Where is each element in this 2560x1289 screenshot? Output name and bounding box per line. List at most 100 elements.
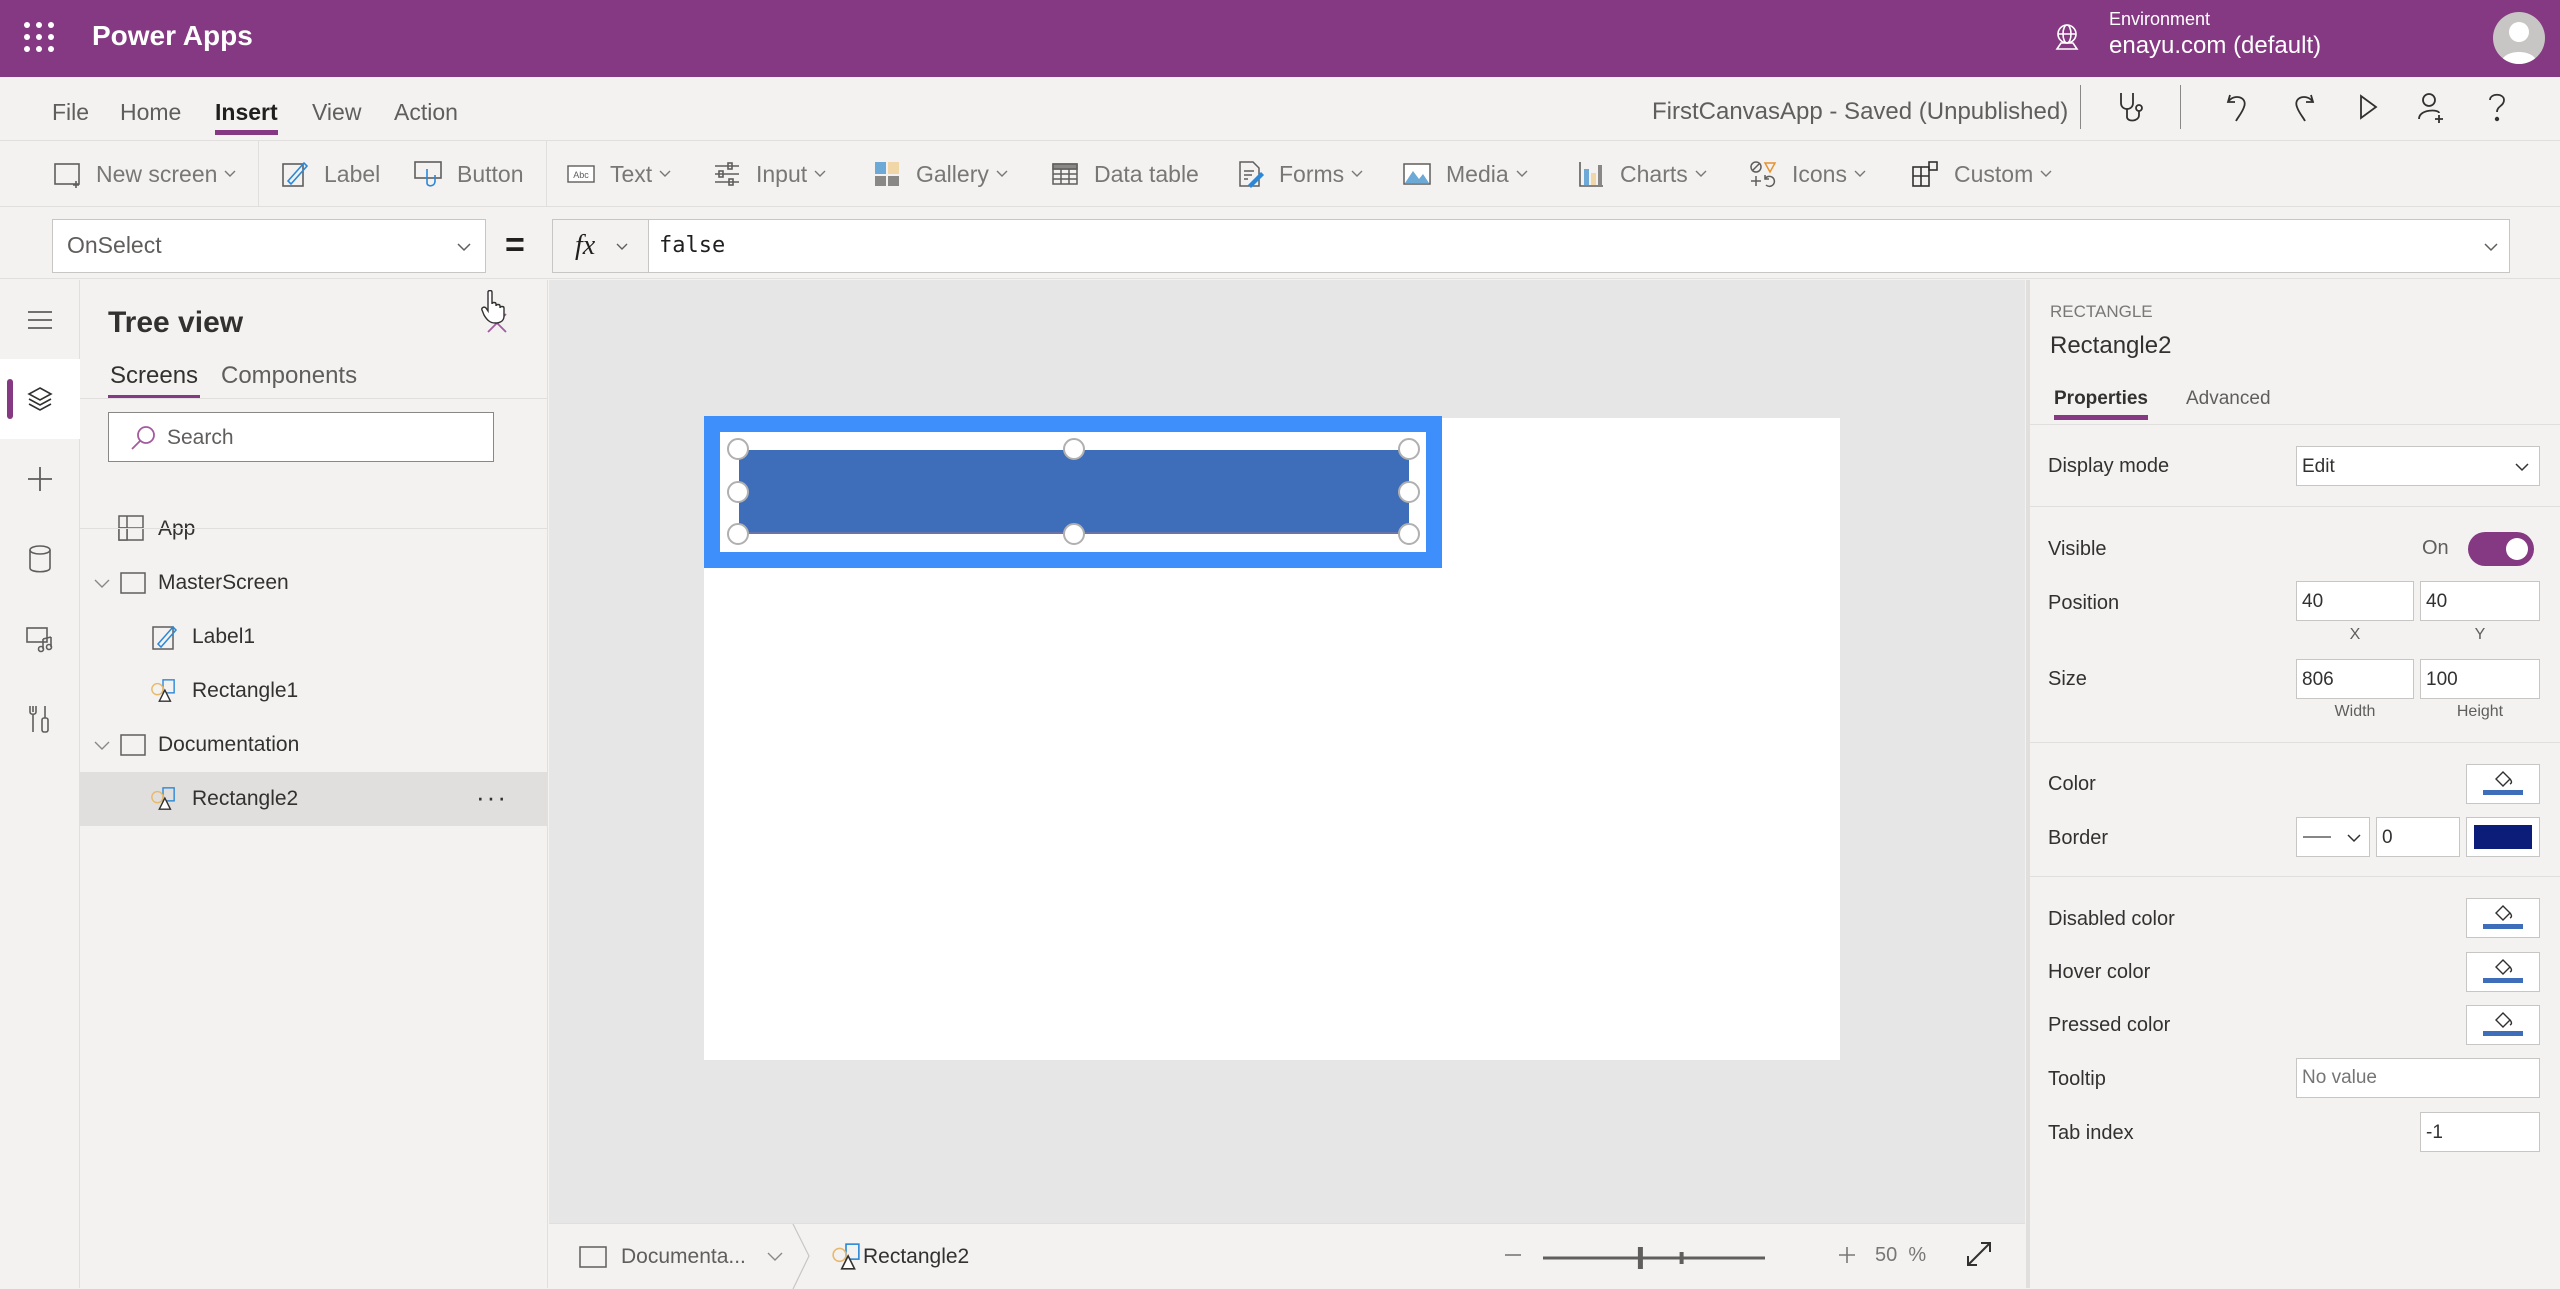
menu-tab-file[interactable]: File xyxy=(52,99,89,126)
insert-charts-button[interactable]: Charts xyxy=(1576,157,1708,191)
zoom-in-plus-icon[interactable] xyxy=(1835,1240,1859,1270)
tree-item-documentation[interactable]: Documentation xyxy=(80,718,548,772)
breadcrumb-screen[interactable]: Documenta... xyxy=(579,1242,784,1272)
play-preview-icon[interactable] xyxy=(2348,87,2388,127)
zoom-slider-thumb[interactable] xyxy=(1637,1247,1643,1269)
zoom-slider[interactable] xyxy=(1543,1246,1765,1270)
redo-icon[interactable] xyxy=(2283,87,2323,127)
visible-toggle[interactable] xyxy=(2468,532,2534,566)
tab-index-input[interactable]: -1 xyxy=(2420,1112,2540,1152)
display-mode-dropdown[interactable]: Edit xyxy=(2296,446,2540,486)
insert-gallery-button[interactable]: Gallery xyxy=(872,157,1009,191)
insert-forms-button[interactable]: Forms xyxy=(1235,157,1364,191)
environment-value[interactable]: enayu.com (default) xyxy=(2109,32,2321,60)
share-user-icon[interactable] xyxy=(2411,87,2451,127)
tooltip-input[interactable] xyxy=(2296,1058,2540,1098)
tree-item-masterscreen[interactable]: MasterScreen xyxy=(80,556,548,610)
position-y-input[interactable]: 40 xyxy=(2420,581,2540,621)
color-picker-button[interactable] xyxy=(2466,764,2540,804)
menu-tab-action[interactable]: Action xyxy=(394,99,458,126)
solid-line-icon xyxy=(2303,836,2331,838)
resize-handle-bottom[interactable] xyxy=(1063,523,1085,545)
search-placeholder: Search xyxy=(167,426,234,449)
menu-tab-view[interactable]: View xyxy=(312,99,361,126)
left-navigation-rail xyxy=(0,280,80,1288)
help-icon[interactable] xyxy=(2477,87,2517,127)
insert-input-button[interactable]: Input xyxy=(712,157,827,191)
divider xyxy=(80,528,548,529)
hamburger-menu-button[interactable] xyxy=(0,280,80,360)
formula-input[interactable]: false xyxy=(648,219,2510,273)
control-name[interactable]: Rectangle2 xyxy=(2050,332,2171,360)
tree-view-title: Tree view xyxy=(108,306,244,339)
position-x-input[interactable]: 40 xyxy=(2296,581,2414,621)
property-dropdown[interactable]: OnSelect xyxy=(52,219,486,273)
tree-view-panel: Tree view Screens Components Search App … xyxy=(80,280,548,1288)
property-value: OnSelect xyxy=(67,232,162,258)
tab-components[interactable]: Components xyxy=(221,362,357,390)
advanced-tools-button[interactable] xyxy=(0,679,80,759)
expand-formula-chevron-icon[interactable] xyxy=(2482,238,2500,256)
border-thickness-input[interactable]: 0 xyxy=(2376,817,2460,857)
function-fx-button[interactable]: fx xyxy=(552,219,648,273)
tree-view-button[interactable] xyxy=(0,359,80,439)
environment-globe-icon[interactable] xyxy=(2052,22,2082,52)
new-screen-button[interactable]: New screen xyxy=(52,157,237,191)
breadcrumb-control[interactable]: Rectangle2 xyxy=(831,1242,969,1272)
chevron-down-icon xyxy=(457,243,471,252)
more-options-button[interactable]: ··· xyxy=(476,782,508,813)
shape-icon xyxy=(151,787,175,810)
resize-handle-top-left[interactable] xyxy=(727,438,749,460)
insert-icons-button[interactable]: Icons xyxy=(1748,157,1867,191)
insert-custom-button[interactable]: Custom xyxy=(1910,157,2053,191)
resize-handle-bottom-left[interactable] xyxy=(727,523,749,545)
insert-media-button[interactable]: Media xyxy=(1402,157,1529,191)
disabled-color-picker[interactable] xyxy=(2466,898,2540,938)
chevron-down-icon[interactable] xyxy=(92,735,112,755)
border-style-dropdown[interactable] xyxy=(2296,817,2370,857)
fit-to-window-expand-icon[interactable] xyxy=(1963,1238,1995,1270)
border-color-picker[interactable] xyxy=(2466,817,2540,857)
rectangle2-shape[interactable] xyxy=(739,450,1409,534)
tab-properties[interactable]: Properties xyxy=(2054,388,2148,420)
divider xyxy=(80,398,548,399)
resize-handle-right[interactable] xyxy=(1398,481,1420,503)
tree-item-rectangle2[interactable]: Rectangle2 ··· xyxy=(80,772,548,826)
custom-component-icon xyxy=(1912,161,1938,187)
resize-handle-top[interactable] xyxy=(1063,438,1085,460)
tree-item-app[interactable]: App xyxy=(80,502,548,556)
menu-tab-home[interactable]: Home xyxy=(120,99,181,126)
insert-button[interactable] xyxy=(0,439,80,519)
insert-data-table-button[interactable]: Data table xyxy=(1050,157,1199,191)
resize-handle-bottom-right[interactable] xyxy=(1398,523,1420,545)
insert-label-button[interactable]: Label xyxy=(280,157,380,191)
undo-icon[interactable] xyxy=(2218,87,2258,127)
custom-label: Custom xyxy=(1954,160,2034,187)
text-label: Text xyxy=(610,160,653,187)
tree-item-rectangle1[interactable]: Rectangle1 xyxy=(80,664,548,718)
pressed-color-picker[interactable] xyxy=(2466,1005,2540,1045)
visible-state-label: On xyxy=(2422,537,2449,559)
tree-search-input[interactable]: Search xyxy=(108,412,494,462)
zoom-out-minus-icon[interactable] xyxy=(1501,1240,1525,1270)
menu-tab-insert[interactable]: Insert xyxy=(215,99,278,135)
chevron-down-icon xyxy=(659,170,671,177)
resize-handle-left[interactable] xyxy=(727,481,749,503)
user-avatar[interactable] xyxy=(2493,12,2545,64)
tab-advanced[interactable]: Advanced xyxy=(2186,388,2271,410)
size-width-input[interactable]: 806 xyxy=(2296,659,2414,699)
app-checker-stethoscope-icon[interactable] xyxy=(2112,87,2152,127)
hamburger-icon xyxy=(28,311,52,329)
tree-item-label1[interactable]: Label1 xyxy=(80,610,548,664)
data-button[interactable] xyxy=(0,519,80,599)
insert-text-button[interactable]: Abc Text xyxy=(566,157,672,191)
media-button[interactable] xyxy=(0,599,80,679)
control-type: RECTANGLE xyxy=(2050,302,2153,321)
resize-handle-top-right[interactable] xyxy=(1398,438,1420,460)
insert-button-button[interactable]: Button xyxy=(413,157,524,191)
chevron-down-icon[interactable] xyxy=(92,573,112,593)
size-height-input[interactable]: 100 xyxy=(2420,659,2540,699)
app-launcher-waffle-icon[interactable] xyxy=(22,20,56,54)
hover-color-picker[interactable] xyxy=(2466,952,2540,992)
tab-screens[interactable]: Screens xyxy=(107,362,201,398)
